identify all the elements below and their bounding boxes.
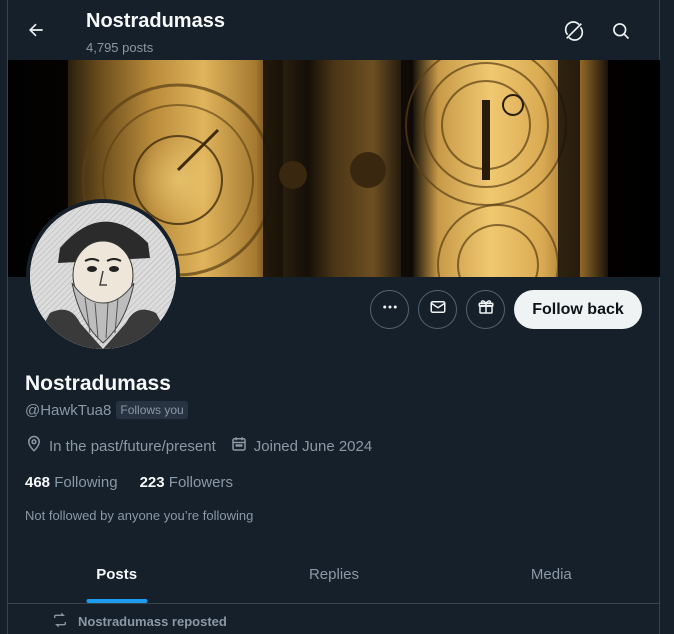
post-count: 4,795 posts	[86, 40, 154, 55]
tab-label: Posts	[96, 565, 138, 583]
profile-handle: @HawkTua8	[25, 401, 112, 419]
avatar[interactable]	[26, 199, 180, 353]
location-text: In the past/future/present	[49, 437, 216, 455]
followers-link[interactable]: 223 Followers	[140, 474, 233, 491]
follow-back-button[interactable]: Follow back	[514, 290, 642, 329]
following-label: Following	[54, 474, 118, 491]
back-arrow-icon[interactable]	[22, 16, 50, 44]
gift-icon	[477, 298, 495, 321]
tab-posts[interactable]: Posts	[8, 545, 225, 603]
repost-indicator[interactable]: Nostradumass reposted	[52, 612, 227, 631]
more-button[interactable]	[370, 290, 409, 329]
message-button[interactable]	[418, 290, 457, 329]
profile-header-bar: Nostradumass 4,795 posts	[8, 0, 659, 60]
repost-label: Nostradumass reposted	[78, 614, 227, 629]
message-icon	[429, 298, 447, 321]
profile-tabs: Posts Replies Media	[8, 545, 660, 604]
calendar-icon	[230, 435, 248, 457]
gift-button[interactable]	[466, 290, 505, 329]
handle-row: @HawkTua8 Follows you	[25, 401, 188, 419]
join-date-text: Joined June 2024	[253, 437, 373, 455]
tab-label: Replies	[308, 565, 359, 583]
active-tab-indicator	[86, 599, 148, 603]
tab-media[interactable]: Media	[443, 545, 660, 603]
location: In the past/future/present	[25, 435, 216, 457]
followers-count: 223	[139, 474, 165, 491]
follows-you-badge: Follows you	[116, 401, 188, 419]
following-link[interactable]: 468 Following	[25, 474, 118, 491]
join-date: Joined June 2024	[230, 435, 372, 457]
search-icon[interactable]	[608, 18, 634, 44]
profile-meta: In the past/future/present Joined June 2…	[25, 435, 386, 457]
repost-icon	[52, 612, 68, 631]
following-count: 468	[25, 474, 51, 491]
tab-label: Media	[530, 565, 572, 583]
profile-name: Nostradumass	[25, 372, 171, 395]
sync-icon[interactable]	[561, 18, 587, 44]
page-title: Nostradumass	[86, 10, 225, 32]
profile-column: Nostradumass 4,795 posts Follow back Nos…	[7, 0, 660, 634]
follow-stats: 468 Following 223 Followers	[25, 474, 233, 491]
followers-label: Followers	[168, 474, 233, 491]
location-icon	[25, 435, 43, 457]
more-icon	[381, 298, 399, 321]
tab-replies[interactable]: Replies	[225, 545, 442, 603]
not-followed-note: Not followed by anyone you’re following	[25, 508, 254, 523]
